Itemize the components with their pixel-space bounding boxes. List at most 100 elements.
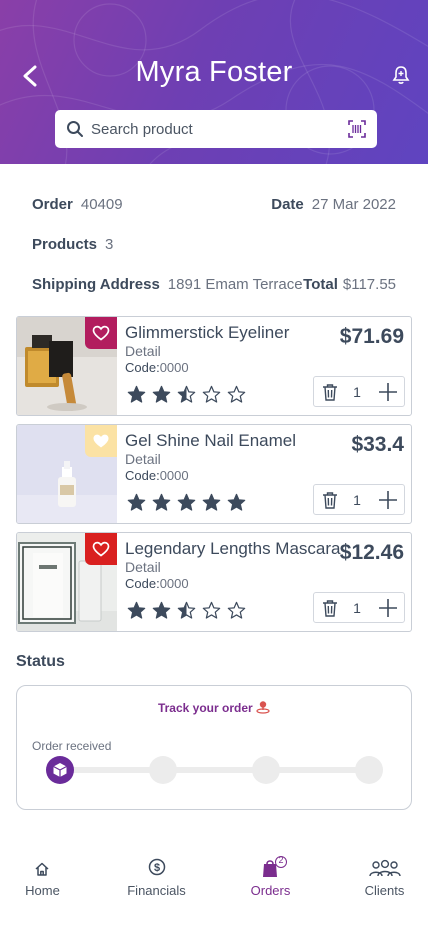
star-full-icon: [152, 493, 171, 511]
step-label: Order received: [32, 739, 112, 753]
star-empty-icon: [227, 601, 246, 619]
quantity-value: 1: [353, 492, 361, 508]
status-heading: Status: [16, 653, 65, 670]
total-value: $117.55: [342, 276, 396, 293]
rating-stars: [127, 493, 246, 512]
home-icon: [35, 862, 49, 876]
date-value: 27 Mar 2022: [311, 196, 396, 213]
shipping-address: Shipping Address 1891 Emam Terrace: [32, 276, 303, 293]
quantity-stepper: 1: [313, 484, 405, 515]
product-name: Glimmerstick Eyeliner: [125, 323, 290, 342]
step-3: [252, 756, 280, 784]
product-code: Code:0000: [125, 360, 189, 375]
favorite-button[interactable]: [85, 317, 117, 349]
code-label: Code:: [125, 360, 160, 375]
star-half-icon: [177, 601, 196, 619]
code-value: 0000: [159, 576, 189, 591]
dollar-circle-icon: $: [148, 858, 166, 876]
header: Myra Foster: [0, 0, 428, 164]
notifications-button[interactable]: [388, 62, 414, 88]
progress-track: [72, 767, 367, 773]
rating-stars: [127, 601, 246, 620]
star-full-icon: [177, 493, 196, 511]
package-icon: [53, 763, 67, 777]
product-detail: Detail: [125, 559, 161, 575]
product-detail: Detail: [125, 451, 161, 467]
trash-icon[interactable]: [320, 598, 340, 618]
tab-orders-label: Orders: [250, 883, 291, 898]
heart-filled-icon: [93, 434, 109, 448]
plus-icon[interactable]: [377, 381, 399, 403]
heart-outline-icon: [92, 541, 110, 557]
rating-stars: [127, 385, 246, 404]
trash-icon[interactable]: [320, 490, 340, 510]
products-value: 3: [105, 236, 114, 253]
track-order-link[interactable]: Track your order: [17, 700, 411, 715]
order-label: Order: [32, 196, 73, 213]
products-count: Products 3: [32, 236, 113, 253]
step-2: [149, 756, 177, 784]
tab-financials-label: Financials: [127, 883, 186, 898]
product-name: Gel Shine Nail Enamel: [125, 431, 297, 450]
star-half-icon: [177, 385, 196, 403]
order-number: Order 40409: [32, 196, 123, 213]
product-card[interactable]: Legendary Lengths Mascara Detail Code:00…: [16, 532, 412, 632]
total-label: Total: [303, 276, 338, 293]
search-bar: [55, 110, 377, 148]
products-label: Products: [32, 236, 98, 253]
location-pin-icon: [256, 701, 270, 714]
plus-icon[interactable]: [377, 489, 399, 511]
quantity-value: 1: [353, 600, 361, 616]
track-order-label: Track your order: [157, 701, 253, 715]
quantity-value: 1: [353, 384, 361, 400]
heart-outline-icon: [92, 325, 110, 341]
search-icon: [67, 121, 83, 137]
barcode-scan-icon[interactable]: [348, 120, 366, 138]
bell-icon: [392, 66, 410, 84]
quantity-stepper: 1: [313, 592, 405, 623]
star-full-icon: [202, 493, 221, 511]
star-full-icon: [127, 601, 146, 619]
page-title: Myra Foster: [135, 56, 293, 88]
orders-badge: 2: [278, 855, 284, 865]
star-empty-icon: [202, 385, 221, 403]
shipping-value: 1891 Emam Terrace: [167, 276, 303, 293]
step-order-received: [46, 756, 74, 784]
star-empty-icon: [202, 601, 221, 619]
bottom-tab-bar: Home $ Financials 2 Orders Clients: [0, 845, 428, 926]
quantity-stepper: 1: [313, 376, 405, 407]
product-detail: Detail: [125, 343, 161, 359]
order-value: 40409: [80, 196, 123, 213]
search-input[interactable]: [91, 116, 341, 142]
order-status-card: Track your order Order received: [16, 685, 412, 810]
favorite-button[interactable]: [85, 425, 117, 457]
product-card[interactable]: Glimmerstick Eyeliner Detail Code:0000 $…: [16, 316, 412, 416]
tab-home-label: Home: [25, 883, 60, 898]
star-full-icon: [127, 385, 146, 403]
users-icon: [369, 859, 401, 877]
plus-icon[interactable]: [377, 597, 399, 619]
product-name: Legendary Lengths Mascara: [125, 539, 341, 558]
order-date: Date 27 Mar 2022: [271, 196, 396, 213]
favorite-button[interactable]: [85, 533, 117, 565]
date-label: Date: [271, 196, 304, 213]
svg-text:$: $: [154, 862, 160, 874]
shipping-label: Shipping Address: [32, 276, 160, 293]
code-label: Code:: [125, 468, 160, 483]
code-label: Code:: [125, 576, 160, 591]
product-price: $12.46: [339, 541, 404, 564]
code-value: 0000: [159, 468, 189, 483]
product-price: $71.69: [339, 325, 404, 348]
code-value: 0000: [159, 360, 189, 375]
product-code: Code:0000: [125, 468, 189, 483]
step-4: [355, 756, 383, 784]
product-card[interactable]: Gel Shine Nail Enamel Detail Code:0000 $…: [16, 424, 412, 524]
star-full-icon: [152, 601, 171, 619]
star-empty-icon: [227, 385, 246, 403]
trash-icon[interactable]: [320, 382, 340, 402]
star-full-icon: [152, 385, 171, 403]
star-full-icon: [227, 493, 246, 511]
order-total: Total $117.55: [303, 276, 396, 293]
star-full-icon: [127, 493, 146, 511]
tab-clients-label: Clients: [364, 883, 405, 898]
